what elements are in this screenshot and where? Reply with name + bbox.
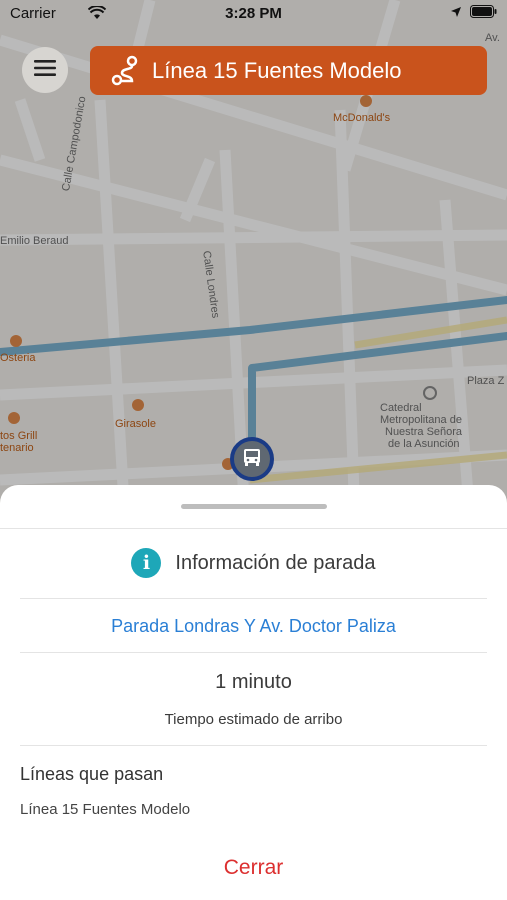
status-time: 3:28 PM (225, 5, 282, 22)
route-icon (108, 54, 142, 88)
location-arrow-icon (450, 5, 462, 22)
divider (20, 598, 487, 599)
status-bar: Carrier 3:28 PM (0, 0, 507, 28)
lines-heading: Líneas que pasan (20, 764, 164, 784)
line-list-item[interactable]: Línea 15 Fuentes Modelo (20, 801, 190, 818)
route-banner[interactable]: Línea 15 Fuentes Modelo (90, 46, 487, 95)
close-button[interactable]: Cerrar (0, 856, 507, 880)
sheet-grabber[interactable] (181, 504, 327, 509)
info-header: i Información de parada (0, 548, 507, 578)
stop-info-sheet: i Información de parada Parada Londras Y… (0, 485, 507, 900)
route-title: Línea 15 Fuentes Modelo (152, 57, 402, 83)
bus-icon (242, 447, 262, 472)
hamburger-icon (34, 59, 56, 82)
menu-button[interactable] (22, 47, 68, 93)
divider (20, 652, 487, 653)
stop-name-link[interactable]: Parada Londras Y Av. Doctor Paliza (0, 616, 507, 637)
info-title: Información de parada (175, 551, 376, 574)
divider (0, 528, 507, 529)
eta-value: 1 minuto (215, 671, 292, 693)
battery-icon (470, 5, 497, 22)
bus-stop-marker[interactable] (230, 437, 274, 481)
info-icon: i (131, 548, 162, 578)
divider (20, 745, 487, 746)
eta-label: Tiempo estimado de arribo (164, 711, 343, 728)
